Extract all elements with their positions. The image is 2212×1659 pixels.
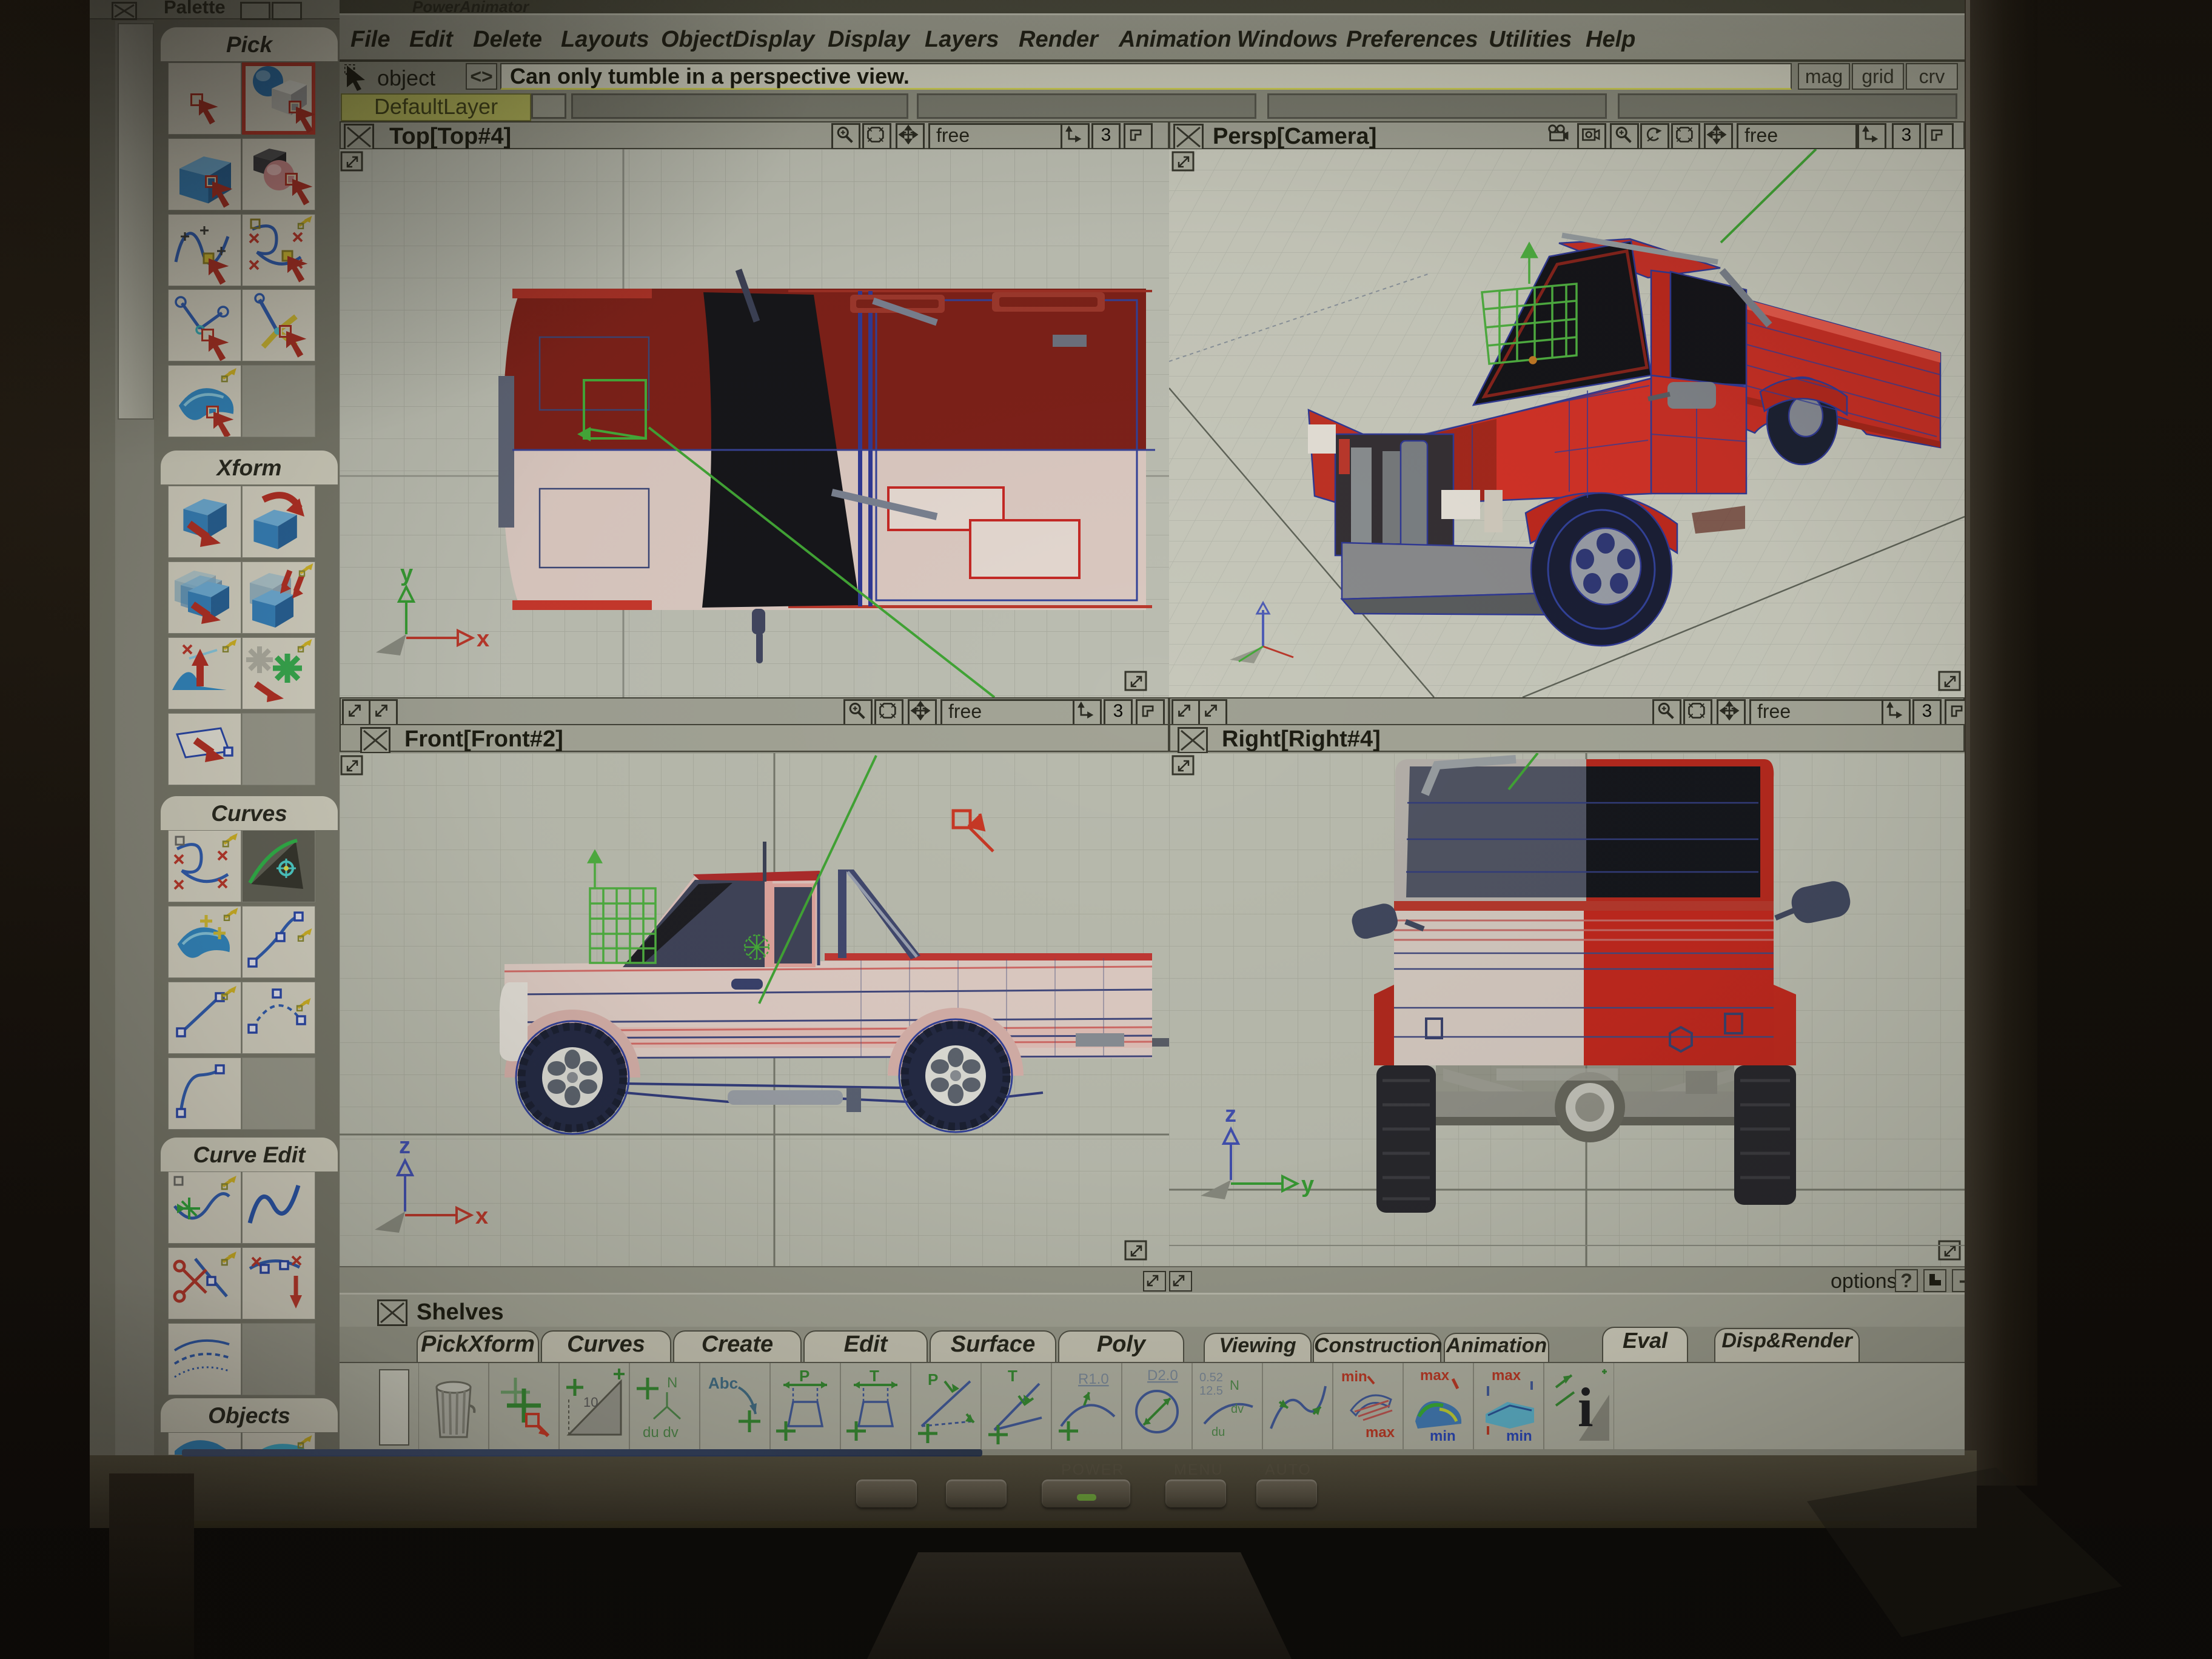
svg-text:P: P: [799, 1367, 809, 1385]
svg-text:Abc: Abc: [708, 1374, 738, 1392]
svg-text:z: z: [1225, 1102, 1236, 1127]
svg-text:N: N: [667, 1375, 677, 1391]
svg-text:P: P: [928, 1370, 938, 1389]
svg-text:D2.0: D2.0: [1147, 1367, 1178, 1384]
svg-text:x: x: [477, 626, 489, 652]
svg-text:min: min: [1506, 1428, 1532, 1444]
svg-text:0.52: 0.52: [1199, 1371, 1223, 1384]
svg-text:max: max: [1366, 1424, 1395, 1441]
svg-text:du dv: du dv: [643, 1424, 679, 1441]
svg-text:max: max: [1420, 1367, 1450, 1384]
svg-text:z: z: [399, 1133, 411, 1159]
svg-text:du: du: [1212, 1426, 1225, 1439]
svg-text:min: min: [1430, 1428, 1456, 1444]
svg-text:T: T: [870, 1367, 879, 1385]
svg-text:12.5: 12.5: [1199, 1384, 1223, 1398]
svg-text:T: T: [1008, 1367, 1017, 1385]
svg-text:R1.0: R1.0: [1078, 1371, 1109, 1387]
svg-text:x: x: [475, 1204, 488, 1229]
svg-text:dv: dv: [1231, 1403, 1244, 1416]
svg-text:N: N: [1230, 1378, 1239, 1393]
svg-text:max: max: [1492, 1367, 1521, 1384]
svg-text:i: i: [1578, 1376, 1594, 1438]
svg-text:y: y: [400, 561, 413, 586]
svg-text:min: min: [1341, 1369, 1367, 1385]
svg-text:10: 10: [583, 1395, 598, 1410]
svg-text:y: y: [1301, 1172, 1314, 1198]
